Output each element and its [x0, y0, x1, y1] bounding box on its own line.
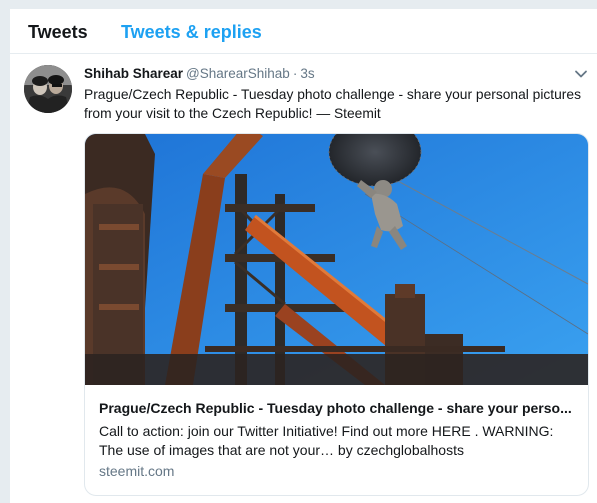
- author-handle[interactable]: @SharearShihab: [186, 66, 290, 81]
- avatar-photo: [24, 65, 72, 113]
- tweet[interactable]: Shihab Sharear @SharearShihab · 3s Prague/C…: [10, 54, 597, 503]
- link-card-description: Call to action: join our Twitter Initiat…: [99, 423, 554, 458]
- tweet-header: Shihab Sharear @SharearShihab · 3s: [84, 66, 564, 84]
- avatar[interactable]: [24, 65, 72, 113]
- tweet-timestamp[interactable]: 3s: [300, 66, 314, 81]
- preview-image: [85, 134, 588, 385]
- chevron-down-icon[interactable]: [574, 67, 588, 81]
- tab-tweets[interactable]: Tweets: [28, 22, 88, 43]
- profile-tabs: Tweets Tweets & replies: [10, 9, 597, 54]
- author-name[interactable]: Shihab Sharear: [84, 66, 183, 81]
- profile-timeline-card: Tweets Tweets & replies Shihab Sharear @S…: [9, 9, 597, 503]
- tweet-text: Prague/Czech Republic - Tuesday photo ch…: [84, 87, 581, 121]
- link-preview-card[interactable]: Prague/Czech Republic - Tuesday photo ch…: [84, 133, 589, 496]
- link-card-title[interactable]: Prague/Czech Republic - Tuesday photo ch…: [99, 400, 579, 416]
- tab-tweets-and-replies[interactable]: Tweets & replies: [121, 22, 262, 43]
- link-card-domain[interactable]: steemit.com: [99, 463, 174, 479]
- header-separator: ·: [292, 66, 298, 81]
